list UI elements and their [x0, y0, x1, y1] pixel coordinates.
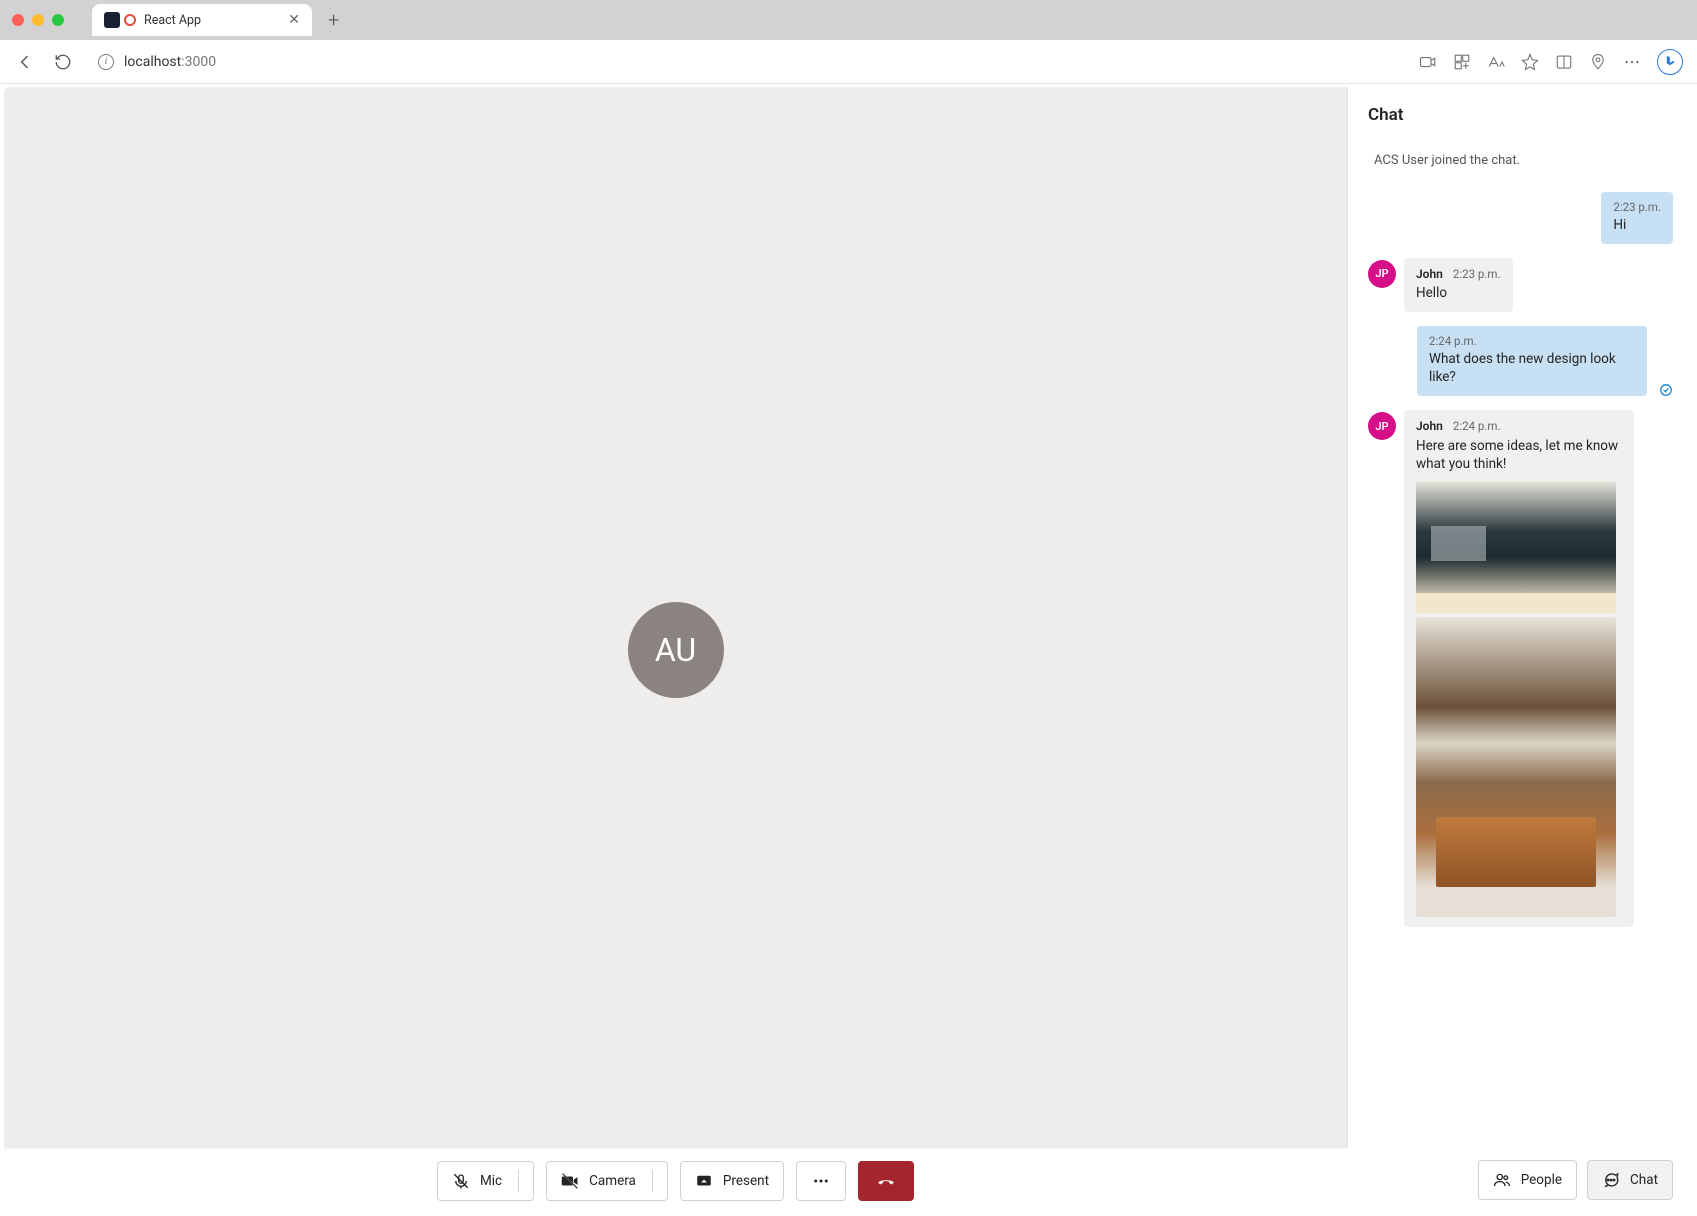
people-label: People: [1521, 1172, 1562, 1188]
message-images: [1416, 481, 1622, 917]
chat-toggle-button[interactable]: Chat: [1587, 1160, 1673, 1200]
mic-button[interactable]: Mic: [437, 1161, 534, 1201]
maximize-window-button[interactable]: [52, 14, 64, 26]
tab-title: React App: [144, 13, 280, 28]
more-icon: [812, 1172, 830, 1190]
message-text: What does the new design look like?: [1429, 350, 1635, 386]
url-bar[interactable]: i localhost:3000: [90, 46, 1403, 78]
message-text: Here are some ideas, let me know what yo…: [1416, 437, 1622, 473]
more-options-button[interactable]: [796, 1161, 846, 1201]
camera-label: Camera: [589, 1173, 636, 1189]
app-container: AU You Chat ACS User joined the chat. 2:…: [4, 87, 1693, 1212]
message-row: JP John 2:23 p.m. Hello: [1368, 258, 1673, 313]
participant-avatar: AU: [628, 602, 724, 698]
chat-icon: [1602, 1171, 1620, 1189]
message-bubble: John 2:23 p.m. Hello: [1404, 258, 1513, 313]
attached-image-living-room[interactable]: [1416, 617, 1616, 917]
message-sender: John: [1416, 266, 1443, 282]
close-tab-button[interactable]: ✕: [288, 12, 300, 28]
chat-label: Chat: [1630, 1172, 1658, 1188]
favorites-icon[interactable]: [1521, 53, 1539, 71]
message-row: 2:23 p.m. Hi: [1368, 192, 1673, 244]
tab-bar: React App ✕ +: [0, 0, 1697, 40]
people-button[interactable]: People: [1478, 1160, 1577, 1200]
present-button[interactable]: Present: [680, 1161, 784, 1201]
video-area: AU You: [4, 87, 1347, 1212]
system-message: ACS User joined the chat.: [1368, 143, 1673, 178]
message-time: 2:24 p.m.: [1429, 334, 1635, 350]
new-tab-button[interactable]: +: [328, 8, 339, 32]
text-size-icon[interactable]: [1487, 53, 1505, 71]
message-sender: John: [1416, 418, 1443, 434]
message-time: 2:23 p.m.: [1613, 200, 1661, 216]
site-info-icon[interactable]: i: [98, 54, 114, 70]
toolbar-right: [1419, 49, 1683, 75]
favicon-icon: [104, 12, 120, 28]
message-text: Hi: [1613, 216, 1661, 234]
right-controls: People Chat: [1347, 1148, 1693, 1212]
present-label: Present: [723, 1173, 769, 1189]
camera-off-icon: [561, 1172, 579, 1190]
sender-avatar: JP: [1368, 412, 1396, 440]
bing-chat-icon[interactable]: [1657, 49, 1683, 75]
message-bubble: 2:23 p.m. Hi: [1601, 192, 1673, 244]
recording-icon: [124, 14, 136, 26]
browser-tab[interactable]: React App ✕: [92, 4, 312, 36]
people-icon: [1493, 1171, 1511, 1189]
read-receipt-icon: [1659, 382, 1673, 396]
browser-chrome: React App ✕ + i localhost:3000: [0, 0, 1697, 84]
chat-panel: Chat ACS User joined the chat. 2:23 p.m.…: [1347, 87, 1693, 1212]
camera-button[interactable]: Camera: [546, 1161, 668, 1201]
split-screen-icon[interactable]: [1555, 53, 1573, 71]
message-time: 2:23 p.m.: [1453, 267, 1501, 283]
refresh-button[interactable]: [52, 51, 74, 73]
sender-avatar: JP: [1368, 260, 1396, 288]
mic-off-icon: [452, 1172, 470, 1190]
call-controls: Mic Camera Present: [4, 1148, 1347, 1212]
present-icon: [695, 1172, 713, 1190]
back-button[interactable]: [14, 51, 36, 73]
mic-label: Mic: [480, 1173, 502, 1189]
chat-header: Chat: [1348, 87, 1693, 133]
extensions-icon[interactable]: [1453, 53, 1471, 71]
avatar-initials: AU: [655, 631, 696, 669]
close-window-button[interactable]: [12, 14, 24, 26]
message-bubble: John 2:24 p.m. Here are some ideas, let …: [1404, 410, 1634, 927]
message-text: Hello: [1416, 284, 1501, 302]
window-controls: [12, 14, 64, 26]
message-time: 2:24 p.m.: [1453, 419, 1501, 435]
hangup-icon: [877, 1172, 895, 1190]
message-row: 2:24 p.m. What does the new design look …: [1368, 326, 1673, 396]
video-capture-icon[interactable]: [1419, 53, 1437, 71]
more-menu-icon[interactable]: [1623, 53, 1641, 71]
address-bar: i localhost:3000: [0, 40, 1697, 84]
hangup-button[interactable]: [858, 1161, 914, 1201]
chat-messages[interactable]: ACS User joined the chat. 2:23 p.m. Hi J…: [1348, 133, 1693, 1148]
collections-icon[interactable]: [1589, 53, 1607, 71]
attached-image-kitchen[interactable]: [1416, 481, 1616, 613]
minimize-window-button[interactable]: [32, 14, 44, 26]
message-row: JP John 2:24 p.m. Here are some ideas, l…: [1368, 410, 1673, 927]
message-bubble: 2:24 p.m. What does the new design look …: [1417, 326, 1647, 396]
url-text: localhost:3000: [124, 54, 216, 70]
